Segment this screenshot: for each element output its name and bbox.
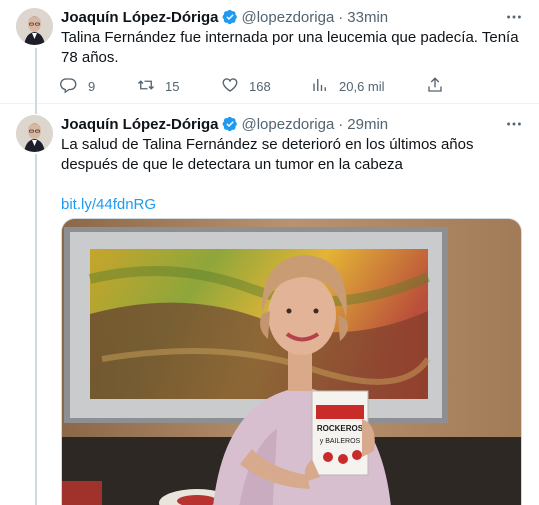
thread-line — [35, 48, 37, 105]
reply-button[interactable]: 9 — [60, 76, 95, 97]
like-button[interactable]: 168 — [221, 76, 271, 97]
tweet[interactable]: Joaquín López-Dóriga @lopezdoriga · 33mi… — [0, 0, 539, 105]
tweet-header: Joaquín López-Dóriga @lopezdoriga · 33mi… — [61, 7, 523, 27]
tweet-text-block: La salud de Talina Fernández se deterior… — [61, 135, 521, 215]
avatar[interactable] — [16, 115, 53, 152]
tweet-actions: 9 15 168 20,6 mil — [58, 76, 458, 96]
thread-line — [35, 104, 37, 114]
separator-dot: · — [338, 8, 344, 26]
retweet-count: 15 — [165, 79, 180, 94]
share-icon — [426, 76, 454, 97]
tweet[interactable]: Joaquín López-Dóriga @lopezdoriga · 29mi… — [0, 104, 539, 505]
reply-count: 9 — [88, 79, 96, 94]
tweet-text: Talina Fernández fue internada por una l… — [61, 29, 519, 66]
verified-badge-icon — [222, 116, 238, 132]
timestamp[interactable]: 33min — [347, 9, 388, 26]
timestamp[interactable]: 29min — [347, 116, 388, 133]
views-count: 20,6 mil — [339, 79, 385, 94]
author-handle[interactable]: @lopezdoriga — [242, 116, 335, 133]
tweet-link[interactable]: bit.ly/44fdnRG — [61, 195, 521, 215]
views-icon — [311, 76, 339, 97]
photo-scene: ROCKEROS y BAILEROS — [62, 219, 521, 505]
like-icon — [221, 76, 249, 97]
share-button[interactable] — [426, 76, 454, 97]
book-cover-text: ROCKEROS — [317, 424, 364, 433]
book-cover-subtext: y BAILEROS — [320, 438, 361, 445]
author-name[interactable]: Joaquín López-Dóriga — [61, 116, 219, 133]
reply-icon — [60, 76, 88, 97]
author-name[interactable]: Joaquín López-Dóriga — [61, 9, 219, 26]
thread-line — [35, 154, 37, 505]
views-button[interactable]: 20,6 mil — [311, 76, 385, 97]
author-handle[interactable]: @lopezdoriga — [242, 9, 335, 26]
tweet-header: Joaquín López-Dóriga @lopezdoriga · 29mi… — [61, 114, 523, 134]
separator-dot: · — [338, 115, 344, 133]
like-count: 168 — [249, 79, 271, 94]
avatar[interactable] — [16, 8, 53, 45]
verified-badge-icon — [222, 9, 238, 25]
tweet-text: La salud de Talina Fernández se deterior… — [61, 136, 474, 173]
retweet-icon — [137, 76, 165, 97]
retweet-button[interactable]: 15 — [137, 76, 179, 97]
tweet-media-photo[interactable]: ROCKEROS y BAILEROS — [61, 218, 522, 505]
